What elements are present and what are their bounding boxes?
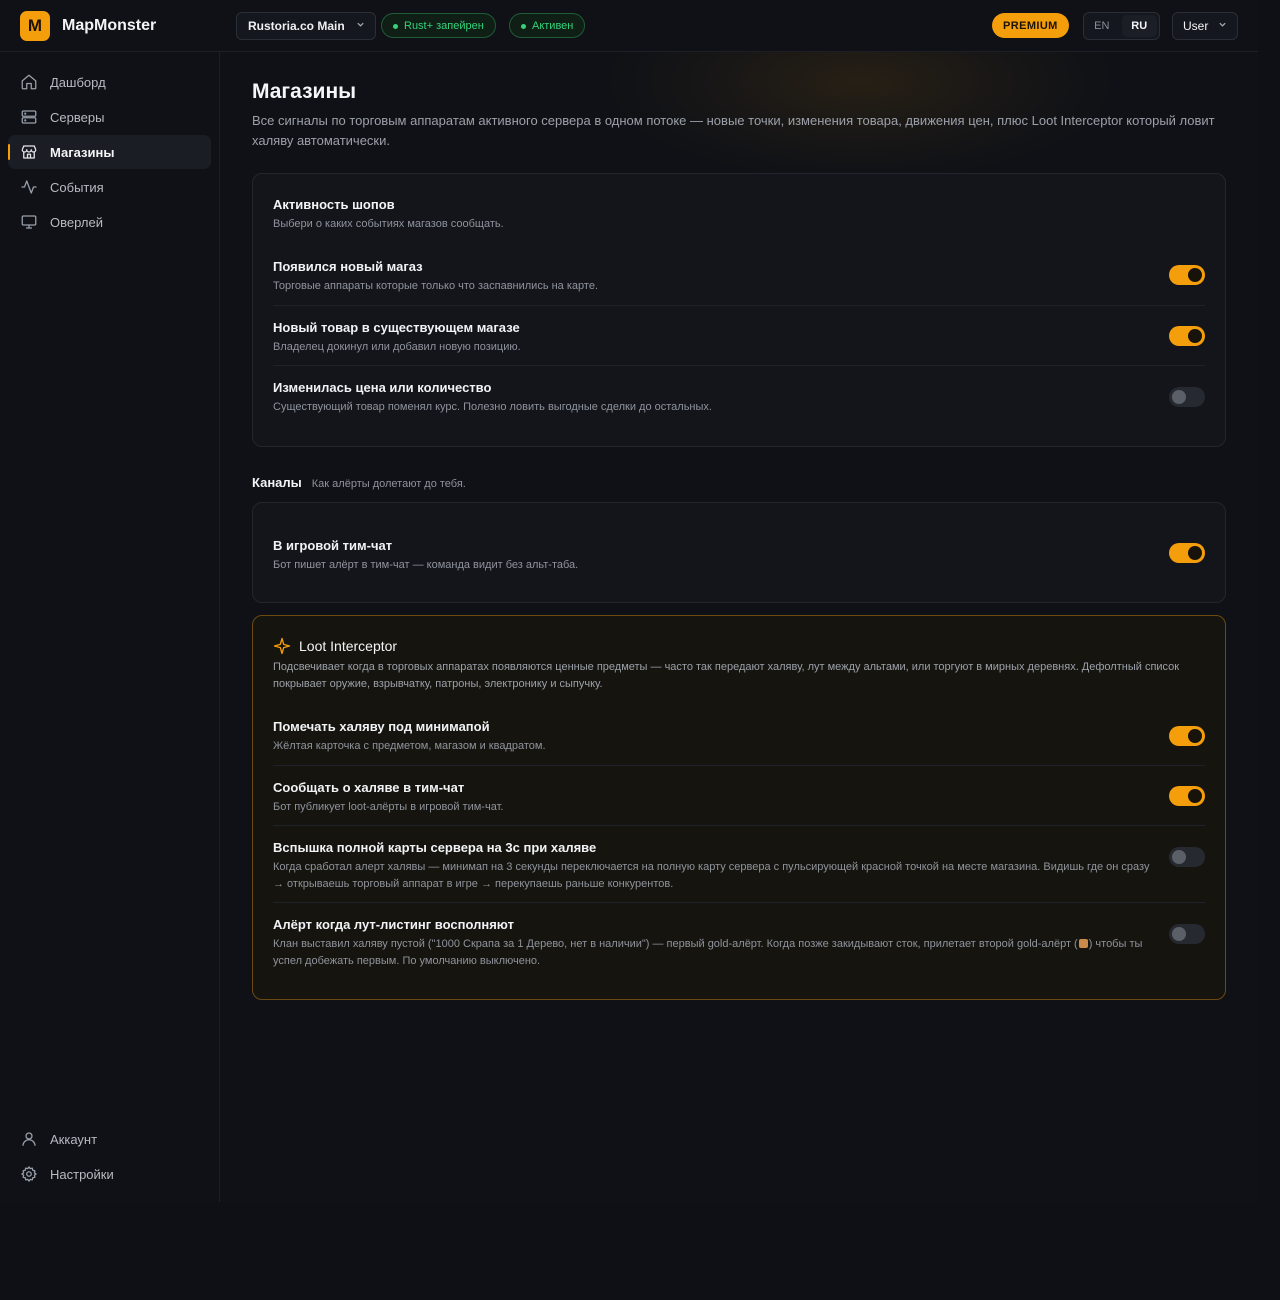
status-dot-icon [521,24,526,29]
activity-icon [20,178,38,196]
sidebar-item-dashboard[interactable]: Дашборд [8,65,211,99]
sidebar-item-label: Настройки [50,1166,114,1182]
setting-title: В игровой тим-чат [273,538,393,553]
window-edge [1258,0,1280,1202]
loot-interceptor-title: Loot Interceptor [299,638,398,654]
sparkle-icon [273,637,291,655]
setting-row-loot-team-chat: Сообщать о халяве в тим-чат Бот публикуе… [273,780,1205,820]
status-badge-label: Активен [532,19,574,32]
premium-button[interactable]: PREMIUM [992,13,1069,38]
toggle-team-chat[interactable] [1169,543,1205,563]
toggle-flash-map[interactable] [1169,847,1205,867]
divider [273,825,1205,826]
card-title: Активность шопов [273,197,395,212]
setting-title: Изменилась цена или количество [273,380,492,395]
activity-card: Активность шопов Выбери о каких событиях… [252,173,1226,447]
toggle-mark-minimap[interactable] [1169,726,1205,746]
home-icon [20,73,38,91]
lang-ru-button[interactable]: RU [1121,15,1157,37]
desktop-area [0,1202,1280,1300]
toggle-loot-team-chat[interactable] [1169,786,1205,806]
sidebar-item-label: Оверлей [50,214,103,230]
setting-description: Торговые аппараты которые только что зас… [273,280,598,292]
monitor-icon [20,213,38,231]
setting-title: Алёрт когда лут-листинг восполняют [273,917,514,932]
setting-title: Сообщать о халяве в тим-чат [273,780,465,795]
page-title: Магазины [252,80,357,103]
top-bar: M MapMonster Rustoria.co Main Rust+ запе… [0,0,1258,52]
divider [273,902,1205,903]
channels-card: В игровой тим-чат Бот пишет алёрт в тим-… [252,502,1226,603]
status-badge-active: Активен [509,13,586,38]
gear-icon [20,1165,38,1183]
status-dot-icon [393,24,398,29]
setting-row-new-item: Новый товар в существующем магазе Владел… [273,320,1205,360]
toggle-restock-alert[interactable] [1169,924,1205,944]
section-title: Каналы [252,475,302,490]
setting-title: Появился новый магаз [273,259,423,274]
page-description: Все сигналы по торговым аппаратам активн… [252,113,1215,148]
setting-description: Бот публикует loot-алёрты в игровой тим-… [273,801,504,813]
status-badge-label: Rust+ запейрен [404,19,484,32]
user-menu-label: User [1183,19,1209,33]
lang-en-button[interactable]: EN [1084,13,1120,39]
loot-interceptor-description: Подсвечивает когда в торговых аппаратах … [273,661,1180,690]
setting-row-flash-map: Вспышка полной карты сервера на 3с при х… [273,840,1205,896]
status-badge-paired: Rust+ запейрен [381,13,496,38]
app-window: M MapMonster Rustoria.co Main Rust+ запе… [0,0,1258,1202]
section-subtitle: Как алёрты долетают до тебя. [311,478,466,490]
toggle-price-change[interactable] [1169,387,1205,407]
setting-description: Владелец докинул или добавил новую позиц… [273,341,521,353]
setting-row-restock-alert: Алёрт когда лут-листинг восполняют Клан … [273,917,1205,973]
setting-row-mark-minimap: Помечать халяву под минимапой Жёлтая кар… [273,719,1205,759]
user-icon [20,1130,38,1148]
setting-row-team-chat: В игровой тим-чат Бот пишет алёрт в тим-… [273,538,1205,578]
toggle-new-shop[interactable] [1169,265,1205,285]
sidebar-item-label: Дашборд [50,74,106,90]
sidebar-item-servers[interactable]: Серверы [8,100,211,134]
card-subtitle: Выбери о каких событиях магазов сообщать… [273,218,504,230]
server-icon [20,108,38,126]
setting-description: Бот пишет алёрт в тим-чат — команда види… [273,559,579,571]
setting-title: Новый товар в существующем магазе [273,320,520,335]
server-select[interactable]: Rustoria.co Main [236,12,376,40]
sidebar-item-settings[interactable]: Настройки [8,1157,211,1191]
brand-name[interactable]: MapMonster [62,17,156,35]
language-switcher: EN RU [1083,12,1160,40]
main-content: Магазины Все сигналы по торговым аппарат… [220,52,1258,1202]
loot-interceptor-card: Loot Interceptor Подсвечивает когда в то… [252,615,1226,1000]
sidebar-item-overlay[interactable]: Оверлей [8,205,211,239]
chevron-down-icon [356,20,365,32]
sidebar-item-label: Магазины [50,144,115,160]
setting-title: Помечать халяву под минимапой [273,719,490,734]
sidebar-item-label: События [50,179,104,195]
setting-row-new-shop: Появился новый магаз Торговые аппараты к… [273,259,1205,299]
setting-description: Жёлтая карточка с предметом, магазом и к… [273,740,546,752]
setting-description: Когда сработал алерт халявы — минимап на… [273,861,1150,890]
user-menu-button[interactable]: User [1172,12,1238,40]
setting-description: Клан выставил халяву пустой ("1000 Скрап… [273,936,1153,970]
divider [273,305,1205,306]
sidebar-item-label: Серверы [50,109,105,125]
store-icon [20,143,38,161]
toggle-new-item[interactable] [1169,326,1205,346]
channels-heading: Каналы Как алёрты долетают до тебя. [252,474,466,492]
divider [273,765,1205,766]
setting-description-part: Клан выставил халяву пустой ("1000 Скрап… [273,938,1078,950]
box-icon [1078,939,1088,948]
server-select-value: Rustoria.co Main [248,19,345,33]
sidebar: Дашборд Серверы Магазины События Оверлей [0,52,220,1202]
setting-title: Вспышка полной карты сервера на 3с при х… [273,840,597,855]
chevron-down-icon [1218,20,1227,32]
sidebar-item-stores[interactable]: Магазины [8,135,211,169]
setting-row-price-change: Изменилась цена или количество Существую… [273,380,1205,420]
app-logo[interactable]: M [20,11,50,41]
sidebar-item-label: Аккаунт [50,1131,98,1147]
sidebar-item-events[interactable]: События [8,170,211,204]
sidebar-item-account[interactable]: Аккаунт [8,1122,211,1156]
divider [273,365,1205,366]
setting-description: Существующий товар поменял курс. Полезно… [273,401,712,413]
